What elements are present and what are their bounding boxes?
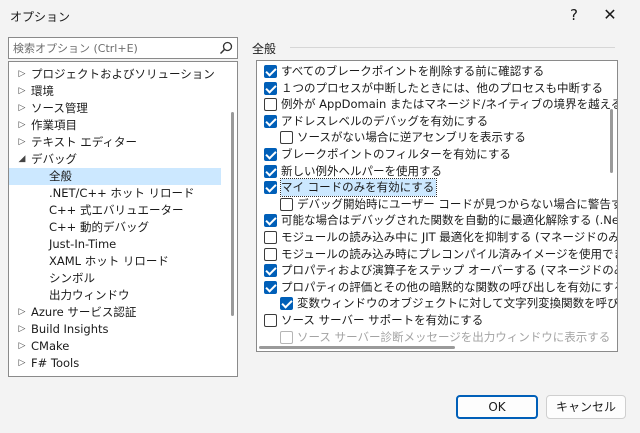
tree-scrollbar-thumb[interactable] — [231, 112, 234, 316]
tree-item[interactable]: XAML ホット リロード — [9, 253, 221, 270]
collapsed-chevron-icon[interactable]: ▷ — [17, 134, 27, 151]
expanded-chevron-icon[interactable]: ◢ — [17, 151, 27, 168]
tree-item[interactable]: 全般 — [9, 168, 221, 185]
unchecked-checkbox[interactable] — [280, 131, 293, 145]
ok-button[interactable]: OK — [456, 395, 538, 419]
option-label: １つのプロセスが中断したときには、他のプロセスも中断する — [281, 80, 603, 95]
collapsed-chevron-icon[interactable]: ▷ — [17, 83, 27, 100]
search-icon[interactable] — [218, 40, 234, 56]
collapsed-chevron-icon[interactable]: ▷ — [17, 304, 27, 321]
tree-item-label: ソース管理 — [31, 101, 88, 115]
checked-checkbox[interactable] — [280, 297, 293, 311]
unchecked-checkbox[interactable] — [264, 247, 277, 261]
option-label: ブレークポイントのフィルターを有効にする — [281, 147, 511, 161]
tree-item[interactable]: ◢ デバッグ — [9, 151, 221, 168]
tree-item-label: CMake — [31, 339, 70, 353]
section-title: 全般 — [252, 42, 277, 56]
tree-item[interactable]: ▷ ソース管理 — [9, 100, 221, 117]
tree-item[interactable]: ▷ 作業項目 — [9, 117, 221, 134]
tree-item[interactable]: ▷ Azure サービス認証 — [9, 304, 221, 321]
tree-item[interactable]: 出力ウィンドウ — [9, 287, 221, 304]
unchecked-checkbox — [280, 330, 293, 344]
settings-horizontal-scrollbar[interactable] — [259, 345, 599, 349]
option-label: マイ コードのみを有効にする — [279, 178, 438, 198]
tree-item[interactable]: C++ 式エバリュエーター — [9, 202, 221, 219]
close-button[interactable]: ✕ — [596, 2, 624, 28]
option-label: アドレスレベルのデバッグを有効にする — [281, 113, 489, 128]
window-title: オプション — [10, 10, 71, 24]
checked-checkbox[interactable] — [264, 164, 277, 178]
search-input[interactable] — [9, 38, 217, 58]
collapsed-chevron-icon[interactable]: ▷ — [17, 117, 27, 134]
tree-item-label: シンボル — [49, 271, 95, 285]
tree-item[interactable]: ▷ F# Tools — [9, 355, 221, 372]
collapsed-chevron-icon[interactable]: ▷ — [17, 338, 27, 355]
option-label: 変数ウィンドウのオブジェクトに対して文字列変換関数を呼び出す — [297, 296, 618, 311]
tree-item-label: C++ 式エバリュエーター — [49, 203, 184, 217]
unchecked-checkbox[interactable] — [280, 197, 293, 211]
checked-checkbox[interactable] — [264, 214, 277, 228]
tree-item-label: 環境 — [31, 84, 54, 98]
tree-item[interactable]: Just-In-Time — [9, 236, 221, 253]
unchecked-checkbox[interactable] — [264, 314, 277, 327]
checked-checkbox[interactable] — [264, 148, 277, 161]
title-bar: オプション ? ✕ — [0, 0, 640, 30]
tree-item-label: 出力ウィンドウ — [49, 288, 130, 302]
checked-checkbox[interactable] — [264, 65, 277, 78]
tree-scrollbar[interactable] — [231, 68, 235, 370]
option-label: モジュールの読み込み中に JIT 最適化を抑制する (マネージドのみ) — [281, 230, 618, 244]
option-label: ソースがない場合に逆アセンブリを表示する — [297, 130, 526, 145]
tree-item-label: テキスト エディター — [31, 135, 138, 149]
tree-item-label: 全般 — [49, 169, 72, 183]
checked-checkbox[interactable] — [264, 181, 277, 195]
tree-item[interactable]: ▷ CMake — [9, 338, 221, 355]
tree-item[interactable]: C++ 動的デバッグ — [9, 219, 221, 236]
tree-item[interactable]: ▷ Build Insights — [9, 321, 221, 338]
option-label: プロパティの評価とその他の暗黙的な関数の呼び出しを有効にする — [281, 279, 618, 294]
settings-horizontal-scrollbar-thumb[interactable] — [259, 346, 455, 349]
settings-vertical-scrollbar-thumb[interactable] — [610, 109, 613, 173]
option-label: 新しい例外ヘルパーを使用する — [281, 163, 442, 178]
unchecked-checkbox[interactable] — [264, 231, 277, 244]
option-label: 例外が AppDomain またはマネージド/ネイティブの境界を越える場合に中 — [281, 97, 617, 112]
settings-list: すべてのブレークポイントを削除する前に確認する １つのプロセスが中断したときには、… — [256, 60, 618, 352]
unchecked-checkbox[interactable] — [264, 98, 277, 112]
checked-checkbox[interactable] — [264, 280, 277, 294]
tree-item[interactable]: ▷ テキスト エディター — [9, 134, 221, 151]
section-divider — [290, 47, 615, 48]
option-label: ソース サーバー診断メッセージを出力ウィンドウに表示する — [297, 329, 611, 344]
search-box — [8, 37, 238, 59]
tree-item[interactable]: シンボル — [9, 270, 221, 287]
help-button[interactable]: ? — [560, 2, 588, 28]
navigation-panel: ▷ プロジェクトおよびソリューション ▷ 環境 ▷ ソース管理 ▷ 作業項目 ▷ テキスト エディ… — [8, 37, 238, 377]
checked-checkbox[interactable] — [264, 264, 277, 278]
collapsed-chevron-icon[interactable]: ▷ — [17, 66, 27, 83]
tree-item-label: C++ 動的デバッグ — [49, 220, 149, 234]
collapsed-chevron-icon[interactable]: ▷ — [17, 100, 27, 117]
tree-item-label: 作業項目 — [31, 118, 77, 132]
tree-item-label: Just-In-Time — [49, 237, 117, 251]
tree-item-label: F# Tools — [31, 356, 80, 370]
tree-item-label: プロジェクトおよびソリューション — [31, 67, 215, 81]
option-label: ソース サーバー サポートを有効にする — [281, 313, 484, 327]
options-tree: ▷ プロジェクトおよびソリューション ▷ 環境 ▷ ソース管理 ▷ 作業項目 ▷ テキスト エディ… — [8, 61, 238, 377]
tree-item-label: デバッグ — [31, 152, 77, 166]
checked-checkbox[interactable] — [264, 114, 277, 128]
collapsed-chevron-icon[interactable]: ▷ — [17, 321, 27, 338]
tree-item[interactable]: ▷ 環境 — [9, 83, 221, 100]
cancel-button[interactable]: キャンセル — [546, 395, 626, 419]
tree-item[interactable]: .NET/C++ ホット リロード — [9, 185, 221, 202]
tree-item-label: XAML ホット リロード — [49, 254, 169, 268]
option-label: モジュールの読み込み時にプレコンパイル済みイメージを使用できないように — [281, 246, 617, 261]
option-label: 可能な場合はデバッグされた関数を自動的に最適化解除する (.Net 8 以 — [281, 213, 618, 228]
tree-item-label: .NET/C++ ホット リロード — [49, 186, 195, 200]
tree-item-label: Build Insights — [31, 322, 109, 336]
option-label: すべてのブレークポイントを削除する前に確認する — [281, 64, 545, 78]
option-label: デバッグ開始時にユーザー コードが見つからない場合に警告する (マネー — [297, 196, 618, 211]
option-label: プロパティおよび演算子をステップ オーバーする (マネージドのみ) — [281, 263, 618, 278]
tree-item[interactable]: ▷ プロジェクトおよびソリューション — [9, 66, 221, 83]
checked-checkbox[interactable] — [264, 81, 277, 95]
tree-item-label: Azure サービス認証 — [31, 305, 137, 319]
collapsed-chevron-icon[interactable]: ▷ — [17, 355, 27, 372]
